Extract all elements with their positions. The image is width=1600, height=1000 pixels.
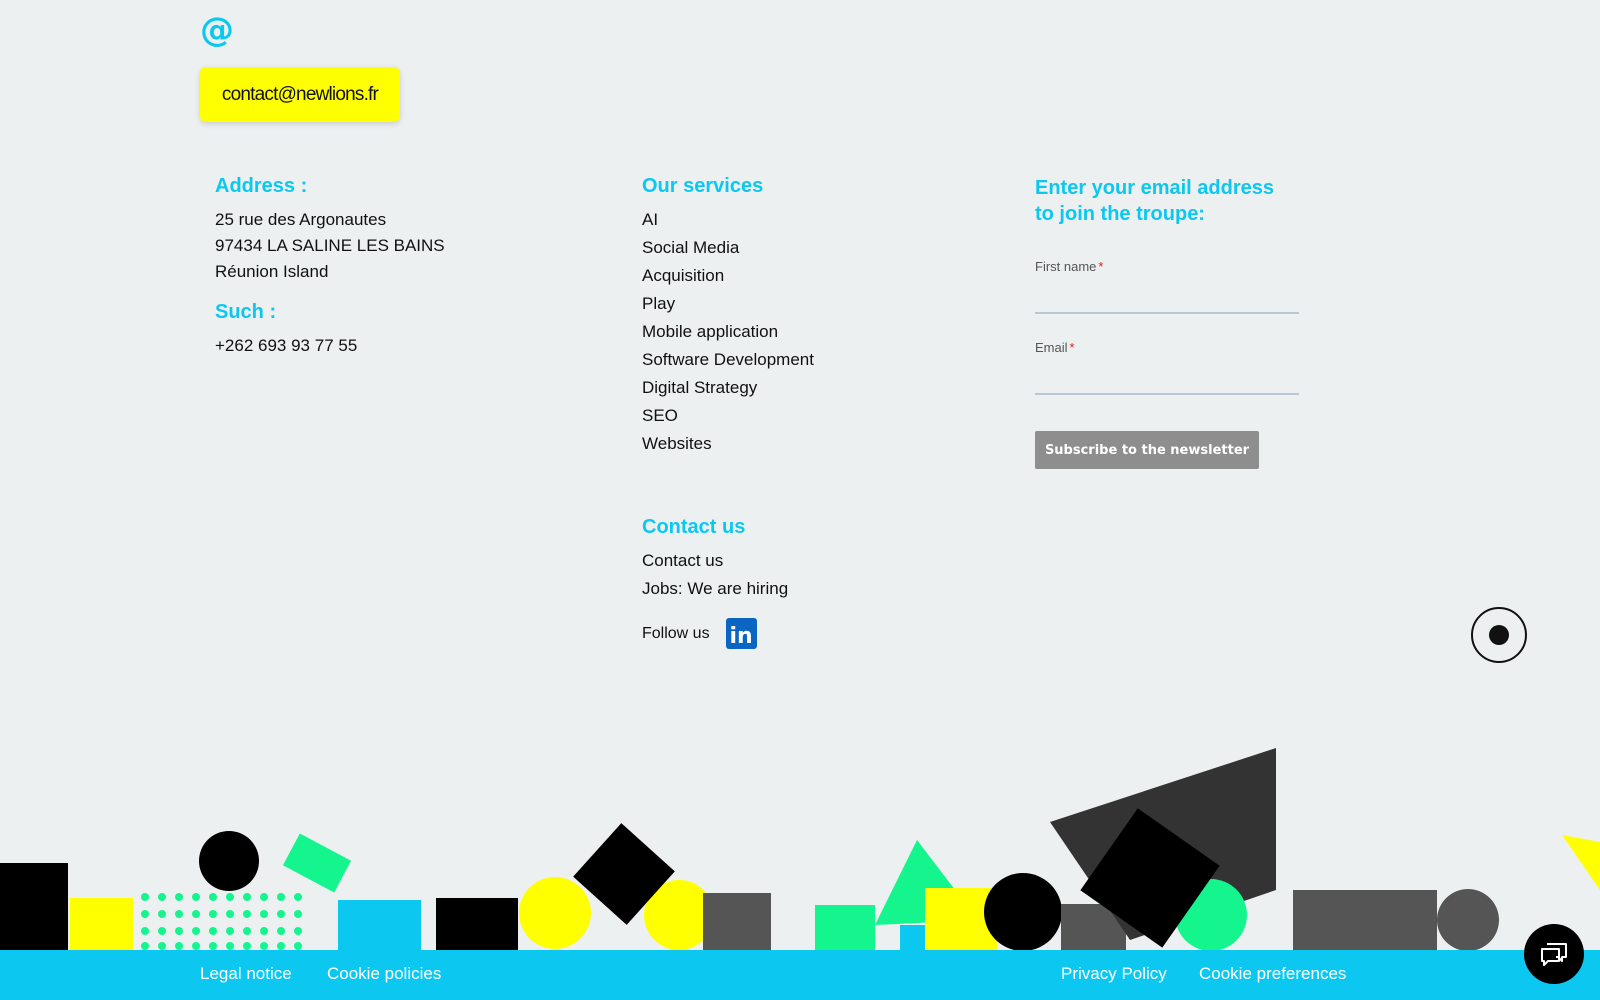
services-list: AI Social Media Acquisition Play Mobile … bbox=[642, 206, 814, 458]
service-link-websites[interactable]: Websites bbox=[642, 430, 814, 458]
newsletter-heading-line: to join the troupe: bbox=[1035, 203, 1205, 225]
service-link-digital-strategy[interactable]: Digital Strategy bbox=[642, 374, 814, 402]
email-label: Email * bbox=[1035, 340, 1305, 355]
contact-list: Contact us Jobs: We are hiring bbox=[642, 547, 788, 603]
jobs-link[interactable]: Jobs: We are hiring bbox=[642, 575, 788, 603]
services-column: Our services AI Social Media Acquisition… bbox=[642, 175, 814, 458]
follow-us-label: Follow us bbox=[642, 624, 710, 642]
service-link-play[interactable]: Play bbox=[642, 290, 814, 318]
chat-icon bbox=[1541, 943, 1567, 966]
contact-us-link[interactable]: Contact us bbox=[642, 547, 788, 575]
black-square-shape bbox=[0, 863, 68, 950]
footer-bar: Legal notice Cookie policies Privacy Pol… bbox=[0, 950, 1600, 1000]
service-link-ai[interactable]: AI bbox=[642, 206, 814, 234]
gray-rect-shape bbox=[703, 893, 771, 950]
first-name-label: First name * bbox=[1035, 259, 1305, 274]
address-lines: 25 rue des Argonautes 97434 LA SALINE LE… bbox=[215, 207, 445, 285]
contact-email-button[interactable]: contact@newlions.fr bbox=[200, 67, 400, 122]
phone-heading: Such : bbox=[215, 301, 277, 323]
service-link-acquisition[interactable]: Acquisition bbox=[642, 262, 814, 290]
cyan-rect-shape bbox=[338, 900, 421, 950]
newsletter-heading: Enter your email address to join the tro… bbox=[1035, 175, 1305, 227]
address-line: 25 rue des Argonautes bbox=[215, 210, 387, 229]
gray-rect-shape bbox=[1293, 890, 1437, 950]
first-name-label-text: First name bbox=[1035, 259, 1097, 274]
privacy-policy-link[interactable]: Privacy Policy bbox=[1061, 964, 1167, 984]
green-square-shape bbox=[815, 905, 875, 950]
address-line: Réunion Island bbox=[215, 262, 329, 281]
black-circle-shape bbox=[199, 831, 259, 891]
green-tilted-rect-shape bbox=[282, 833, 352, 893]
black-rect-shape bbox=[436, 898, 518, 950]
scroll-indicator[interactable] bbox=[1471, 607, 1527, 663]
contact-heading: Contact us bbox=[642, 516, 746, 538]
contact-section: Contact us Contact us Jobs: We are hirin… bbox=[642, 516, 788, 603]
email-field[interactable] bbox=[1035, 361, 1299, 395]
cookie-policies-link[interactable]: Cookie policies bbox=[327, 964, 441, 984]
subscribe-button[interactable]: Subscribe to the newsletter bbox=[1035, 431, 1259, 469]
email-label-text: Email bbox=[1035, 340, 1068, 355]
at-icon: @ bbox=[200, 10, 234, 50]
service-link-mobile-application[interactable]: Mobile application bbox=[642, 318, 814, 346]
required-mark: * bbox=[1069, 340, 1075, 355]
required-mark: * bbox=[1098, 259, 1104, 274]
linkedin-icon[interactable]: in bbox=[725, 618, 757, 649]
newsletter-heading-line: Enter your email address bbox=[1035, 177, 1274, 199]
yellow-triangle-shape bbox=[1562, 835, 1600, 890]
first-name-field[interactable] bbox=[1035, 280, 1299, 314]
yellow-circle-shape bbox=[519, 877, 591, 949]
service-link-social-media[interactable]: Social Media bbox=[642, 234, 814, 262]
legal-notice-link[interactable]: Legal notice bbox=[200, 964, 292, 984]
newsletter-form: Enter your email address to join the tro… bbox=[1035, 175, 1305, 469]
phone-number[interactable]: +262 693 93 77 55 bbox=[215, 336, 445, 356]
scroll-indicator-dot bbox=[1489, 625, 1509, 645]
gray-circle-shape bbox=[1437, 889, 1499, 950]
decorative-shapes bbox=[0, 748, 1600, 950]
yellow-rect-shape bbox=[70, 898, 133, 950]
green-dot-grid bbox=[141, 893, 302, 950]
address-column: Address : 25 rue des Argonautes 97434 LA… bbox=[215, 175, 445, 356]
follow-us: Follow us in bbox=[642, 618, 757, 649]
chat-button[interactable] bbox=[1524, 924, 1584, 984]
cyan-small-rect-shape bbox=[900, 925, 925, 950]
address-line: 97434 LA SALINE LES BAINS bbox=[215, 236, 445, 255]
black-circle-shape bbox=[984, 873, 1062, 950]
service-link-seo[interactable]: SEO bbox=[642, 402, 814, 430]
address-heading: Address : bbox=[215, 175, 308, 197]
services-heading: Our services bbox=[642, 175, 764, 197]
cookie-preferences-link[interactable]: Cookie preferences bbox=[1199, 964, 1346, 984]
service-link-software-development[interactable]: Software Development bbox=[642, 346, 814, 374]
